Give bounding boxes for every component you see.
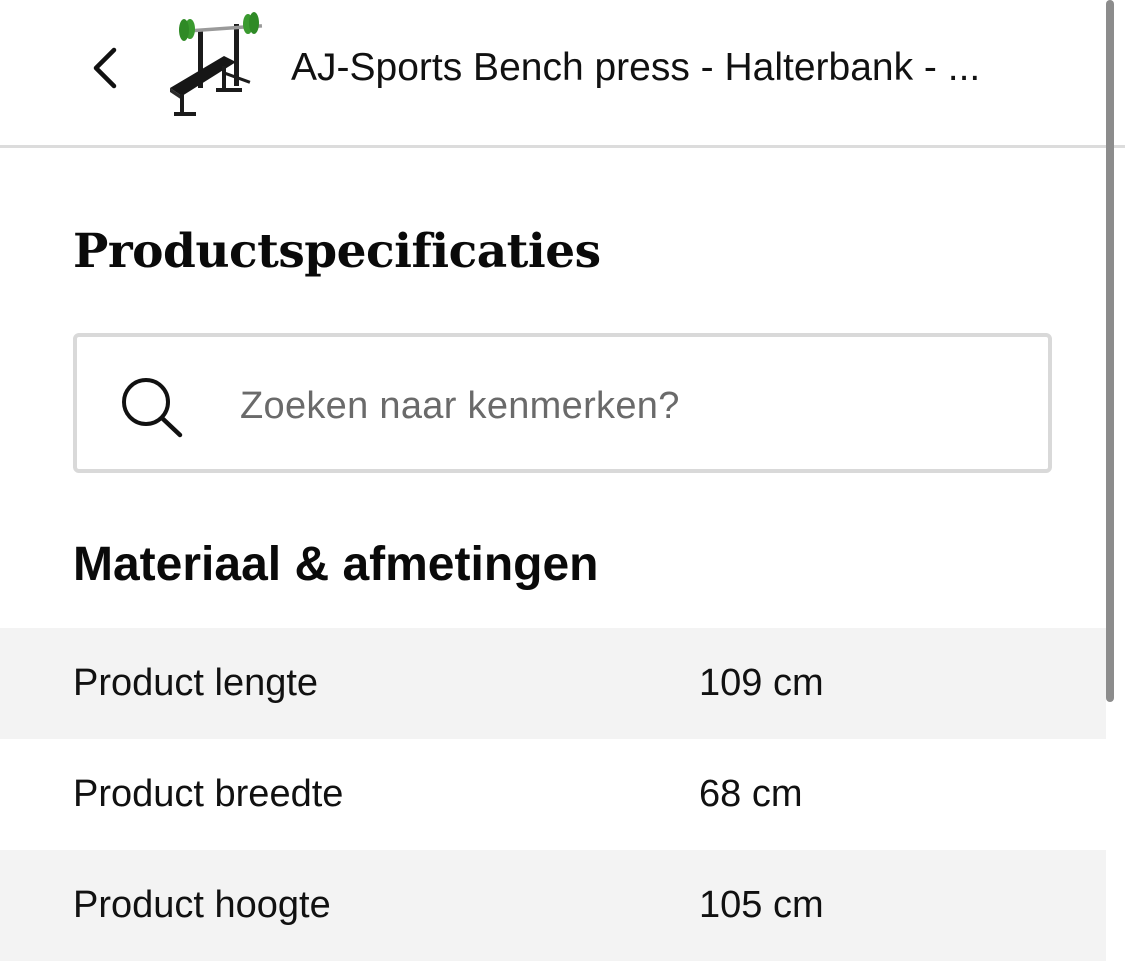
table-row: Product hoogte 105 cm	[0, 850, 1106, 961]
table-row: Product breedte 68 cm	[0, 739, 1106, 850]
spec-label: Product hoogte	[73, 884, 331, 926]
spec-group-title: Materiaal & afmetingen	[73, 538, 599, 591]
product-thumbnail[interactable]	[160, 10, 270, 122]
bench-press-product-image	[170, 12, 263, 116]
top-bar: AJ-Sports Bench press - Halterbank - ...	[0, 0, 1125, 148]
spec-value: 105 cm	[699, 884, 824, 926]
scrollbar[interactable]	[1106, 0, 1114, 702]
spec-label: Product lengte	[73, 662, 319, 704]
product-title: AJ-Sports Bench press - Halterbank - ...	[291, 46, 981, 89]
spec-value: 68 cm	[699, 773, 803, 815]
search-input[interactable]	[240, 376, 1020, 436]
search-icon	[122, 378, 183, 438]
chevron-left-icon	[93, 47, 117, 89]
table-row: Product lengte 109 cm	[0, 628, 1106, 739]
page-title: Productspecificaties	[73, 224, 601, 279]
spec-label: Product breedte	[73, 773, 344, 815]
spec-table: Product lengte 109 cm Product breedte 68…	[0, 628, 1106, 961]
spec-value: 109 cm	[699, 662, 824, 704]
back-button[interactable]	[80, 40, 130, 96]
